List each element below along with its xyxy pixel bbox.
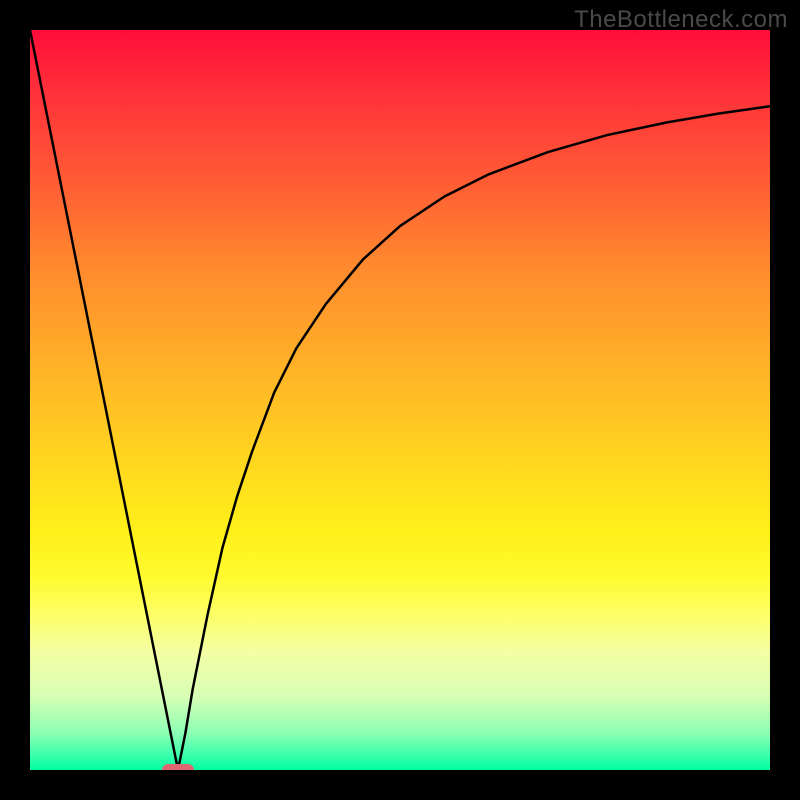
chart-frame: TheBottleneck.com [0, 0, 800, 800]
minimum-marker [162, 764, 194, 770]
bottleneck-curve [30, 30, 770, 770]
plot-area [30, 30, 770, 770]
